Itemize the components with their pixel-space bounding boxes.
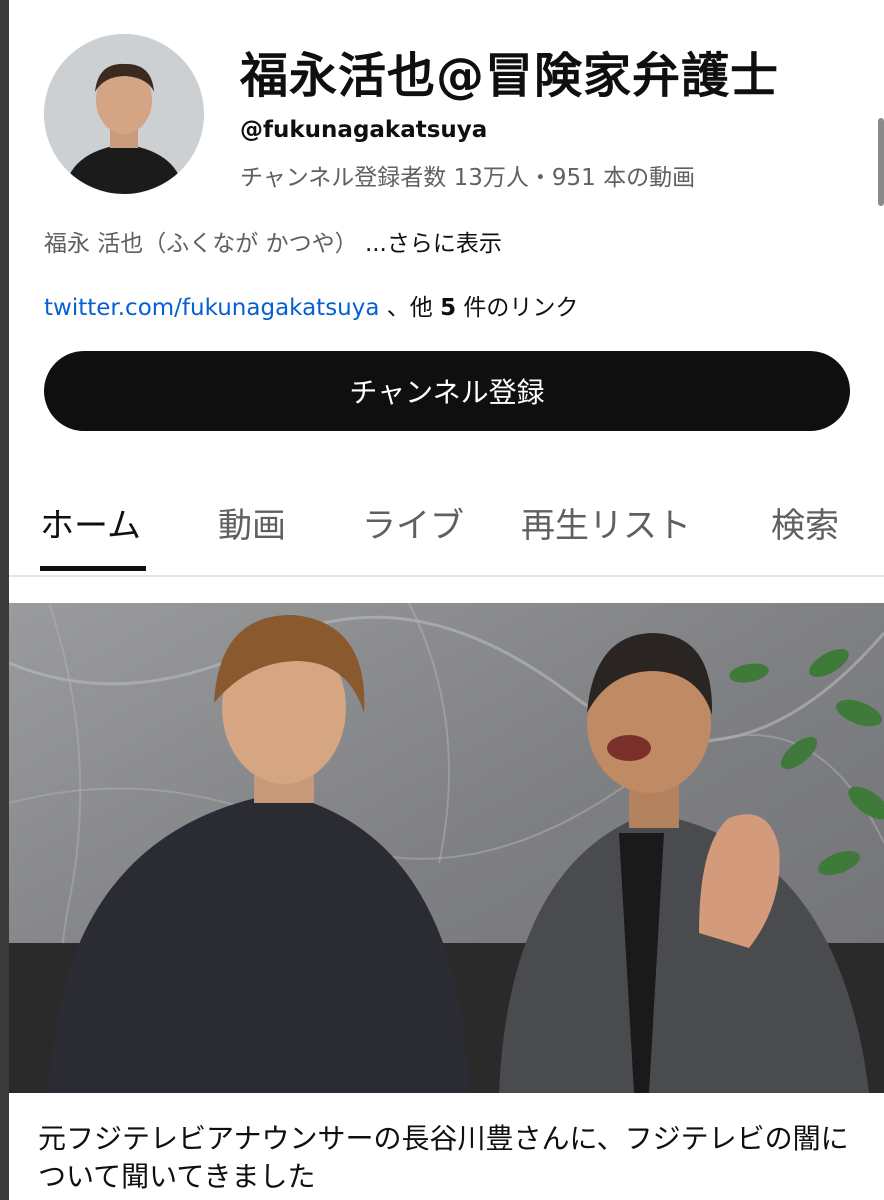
tab-live[interactable]: ライブ xyxy=(362,498,464,547)
other-links-prefix: 、他 xyxy=(386,295,433,321)
active-tab-indicator xyxy=(40,566,146,571)
avatar-photo xyxy=(44,34,204,194)
featured-video-title[interactable]: 元フジテレビアナウンサーの長谷川豊さんに、フジテレビの闇について聞いてきました xyxy=(38,1120,858,1196)
subscribe-button[interactable]: チャンネル登録 xyxy=(44,351,850,431)
channel-stats: チャンネル登録者数 13万人・951 本の動画 xyxy=(240,165,696,191)
channel-description[interactable]: 福永 活也（ふくなが かつや） ...さらに表示 xyxy=(44,224,502,258)
left-frame-edge xyxy=(0,0,9,1200)
description-text: 福永 活也（ふくなが かつや） xyxy=(44,231,358,257)
thumbnail-image xyxy=(9,603,884,1093)
other-links-suffix[interactable]: 件のリンク xyxy=(463,295,578,321)
channel-links: twitter.com/fukunagakatsuya 、他 5 件のリンク xyxy=(44,288,578,322)
channel-handle: @fukunagakatsuya xyxy=(240,117,488,143)
tab-playlists[interactable]: 再生リスト xyxy=(521,498,691,547)
channel-avatar[interactable] xyxy=(44,34,204,194)
tab-search[interactable]: 検索 xyxy=(771,498,839,547)
featured-video-thumbnail[interactable] xyxy=(9,603,884,1093)
scrollbar-thumb[interactable] xyxy=(878,118,884,206)
channel-name: 福永活也@冒険家弁護士 xyxy=(240,48,780,104)
other-links-count[interactable]: 5 xyxy=(440,295,456,321)
show-more-link[interactable]: ...さらに表示 xyxy=(365,231,502,257)
twitter-link[interactable]: twitter.com/fukunagakatsuya xyxy=(44,295,379,321)
tab-home[interactable]: ホーム xyxy=(40,498,141,547)
channel-tabs: ホーム 動画 ライブ 再生リスト 検索 xyxy=(9,480,884,577)
tab-videos[interactable]: 動画 xyxy=(218,498,286,547)
